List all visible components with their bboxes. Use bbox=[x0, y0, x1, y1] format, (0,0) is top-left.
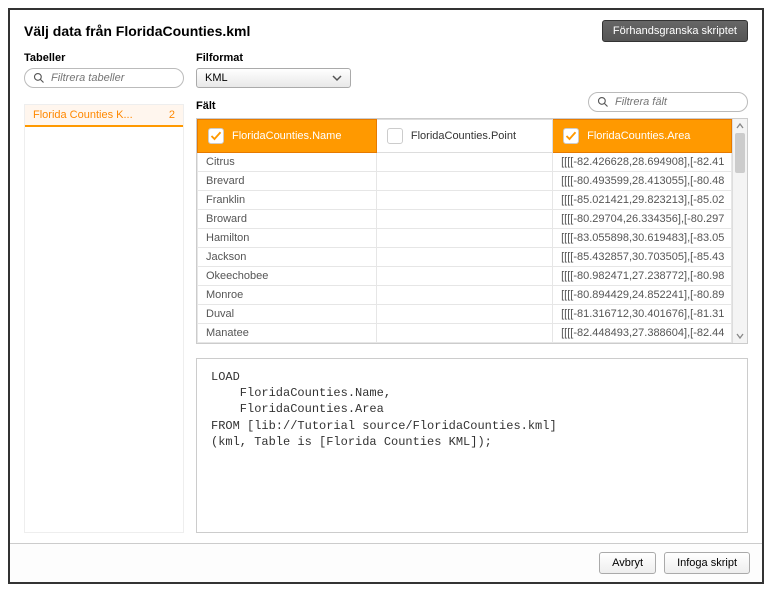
fileformat-value: KML bbox=[205, 72, 228, 84]
column-checkbox[interactable] bbox=[563, 128, 579, 144]
table-row[interactable]: Manatee [[[[-82.448493,27.388604],[-82.44 bbox=[198, 324, 732, 343]
cell-area: [[[[-83.055898,30.619483],[-83.05 bbox=[553, 229, 732, 248]
cell-name: Duval bbox=[198, 305, 377, 324]
tables-list: Florida Counties K... 2 bbox=[24, 104, 184, 533]
chevron-down-icon bbox=[332, 73, 342, 83]
filter-fields-input[interactable] bbox=[588, 92, 748, 112]
preview-script-button[interactable]: Förhandsgranska skriptet bbox=[602, 20, 748, 42]
cell-name: Jackson bbox=[198, 248, 377, 267]
cell-area: [[[[-80.29704,26.334356],[-80.297 bbox=[553, 210, 732, 229]
column-label: FloridaCounties.Area bbox=[587, 130, 690, 142]
cell-name: Brevard bbox=[198, 172, 377, 191]
cell-point bbox=[376, 210, 552, 229]
cell-point bbox=[376, 172, 552, 191]
cell-point bbox=[376, 153, 552, 172]
page-title: Välj data från FloridaCounties.kml bbox=[24, 23, 250, 39]
cell-name: Broward bbox=[198, 210, 377, 229]
search-icon bbox=[33, 72, 45, 84]
filter-fields-field[interactable] bbox=[613, 95, 739, 109]
cell-area: [[[[-82.426628,28.694908],[-82.41 bbox=[553, 153, 732, 172]
cell-area: [[[[-81.316712,30.401676],[-81.31 bbox=[553, 305, 732, 324]
cell-name: Citrus bbox=[198, 153, 377, 172]
fileformat-label: Filformat bbox=[196, 52, 351, 64]
scroll-thumb[interactable] bbox=[735, 133, 745, 173]
search-icon bbox=[597, 96, 609, 108]
cell-point bbox=[376, 248, 552, 267]
column-label: FloridaCounties.Name bbox=[232, 130, 341, 142]
cell-point bbox=[376, 305, 552, 324]
cell-name: Okeechobee bbox=[198, 267, 377, 286]
column-label: FloridaCounties.Point bbox=[411, 130, 516, 142]
cell-area: [[[[-82.448493,27.388604],[-82.44 bbox=[553, 324, 732, 343]
cell-area: [[[[-85.021421,29.823213],[-85.02 bbox=[553, 191, 732, 210]
cell-area: [[[[-80.982471,27.238772],[-80.98 bbox=[553, 267, 732, 286]
cell-point bbox=[376, 267, 552, 286]
table-row[interactable]: Monroe [[[[-80.894429,24.852241],[-80.89 bbox=[198, 286, 732, 305]
table-row[interactable]: Jackson [[[[-85.432857,30.703505],[-85.43 bbox=[198, 248, 732, 267]
table-item-name: Florida Counties K... bbox=[33, 109, 133, 121]
table-item[interactable]: Florida Counties K... 2 bbox=[25, 105, 183, 127]
filter-tables-input[interactable] bbox=[24, 68, 184, 88]
cell-area: [[[[-80.493599,28.413055],[-80.48 bbox=[553, 172, 732, 191]
table-row[interactable]: Brevard [[[[-80.493599,28.413055],[-80.48 bbox=[198, 172, 732, 191]
cell-name: Franklin bbox=[198, 191, 377, 210]
table-row[interactable]: Franklin [[[[-85.021421,29.823213],[-85.0… bbox=[198, 191, 732, 210]
insert-script-button[interactable]: Infoga skript bbox=[664, 552, 750, 574]
fields-grid: FloridaCounties.Name FloridaCounties.Poi… bbox=[196, 118, 748, 344]
cell-point bbox=[376, 286, 552, 305]
column-header-area[interactable]: FloridaCounties.Area bbox=[553, 120, 731, 152]
cell-point bbox=[376, 229, 552, 248]
table-row[interactable]: Hamilton [[[[-83.055898,30.619483],[-83.0… bbox=[198, 229, 732, 248]
cancel-button[interactable]: Avbryt bbox=[599, 552, 656, 574]
tables-label: Tabeller bbox=[24, 52, 184, 64]
fileformat-select[interactable]: KML bbox=[196, 68, 351, 88]
fields-label: Fält bbox=[196, 100, 216, 112]
script-preview: LOAD FloridaCounties.Name, FloridaCounti… bbox=[196, 358, 748, 533]
column-checkbox[interactable] bbox=[208, 128, 224, 144]
table-row[interactable]: Citrus [[[[-82.426628,28.694908],[-82.41 bbox=[198, 153, 732, 172]
cell-point bbox=[376, 324, 552, 343]
column-header-name[interactable]: FloridaCounties.Name bbox=[198, 120, 376, 152]
cell-area: [[[[-85.432857,30.703505],[-85.43 bbox=[553, 248, 732, 267]
dialog-footer: Avbryt Infoga skript bbox=[10, 543, 762, 582]
column-checkbox[interactable] bbox=[387, 128, 403, 144]
cell-name: Monroe bbox=[198, 286, 377, 305]
scroll-up-icon[interactable] bbox=[733, 119, 747, 133]
table-row[interactable]: Duval [[[[-81.316712,30.401676],[-81.31 bbox=[198, 305, 732, 324]
vertical-scrollbar[interactable] bbox=[732, 119, 747, 343]
table-row[interactable]: Okeechobee [[[[-80.982471,27.238772],[-80… bbox=[198, 267, 732, 286]
table-item-count: 2 bbox=[169, 109, 175, 121]
cell-name: Manatee bbox=[198, 324, 377, 343]
table-row[interactable]: Broward [[[[-80.29704,26.334356],[-80.297 bbox=[198, 210, 732, 229]
cell-point bbox=[376, 191, 552, 210]
scroll-down-icon[interactable] bbox=[733, 329, 747, 343]
column-header-point[interactable]: FloridaCounties.Point bbox=[377, 120, 552, 152]
filter-tables-field[interactable] bbox=[49, 71, 175, 85]
cell-area: [[[[-80.894429,24.852241],[-80.89 bbox=[553, 286, 732, 305]
cell-name: Hamilton bbox=[198, 229, 377, 248]
